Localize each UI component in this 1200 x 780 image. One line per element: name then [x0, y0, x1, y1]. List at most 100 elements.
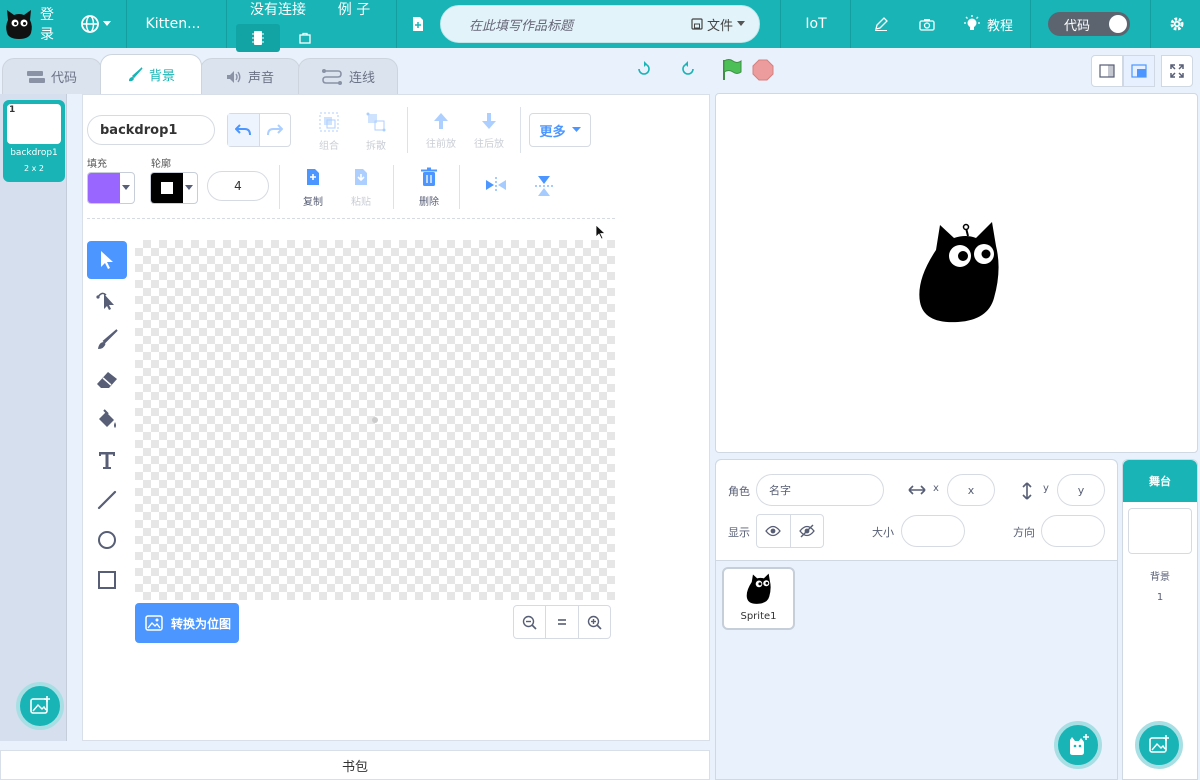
tab-wiring[interactable]: 连线	[298, 58, 398, 94]
sprite-name: Sprite1	[740, 611, 777, 622]
y-input[interactable]: y	[1057, 474, 1105, 506]
iot-button[interactable]: IoT	[796, 0, 836, 48]
login-button[interactable]: 登录	[40, 0, 66, 48]
sync-icon[interactable]	[680, 61, 696, 77]
image-add-icon	[30, 696, 50, 714]
kitten-logo-icon[interactable]	[2, 0, 36, 48]
settings-gear-icon[interactable]	[1166, 0, 1188, 48]
copy-button[interactable]: 复制	[293, 167, 333, 208]
undo-button[interactable]	[228, 114, 260, 146]
project-name[interactable]: Kitten...	[140, 0, 206, 48]
connection-status[interactable]: 没有连接	[246, 0, 310, 18]
outline-width-input[interactable]: 4	[207, 171, 269, 201]
costume-name-input[interactable]: backdrop1	[87, 115, 215, 145]
sprite-tile[interactable]: Sprite1	[722, 567, 795, 630]
brush-tool[interactable]	[87, 321, 127, 359]
eye-icon	[765, 525, 782, 537]
drawing-canvas[interactable]	[135, 240, 615, 600]
fill-color-picker[interactable]	[87, 172, 135, 204]
equals-icon	[557, 619, 566, 625]
kitten-sprite-icon[interactable]	[916, 220, 1004, 326]
ungroup-button[interactable]: 拆散	[356, 111, 396, 152]
zoom-in-button[interactable]	[579, 606, 610, 638]
camera-icon[interactable]	[916, 0, 938, 48]
direction-input[interactable]	[1041, 515, 1105, 547]
flip-vertical-icon[interactable]	[535, 175, 553, 197]
file-menu[interactable]: 文件	[691, 15, 745, 34]
rectangle-tool[interactable]	[87, 561, 127, 599]
tutorial-button[interactable]: 教程	[960, 0, 1016, 48]
reshape-tool[interactable]	[87, 281, 127, 319]
zoom-out-button[interactable]	[514, 606, 547, 638]
examples-button[interactable]: 例 子	[334, 0, 374, 18]
circle-icon	[98, 531, 116, 549]
device-button[interactable]	[236, 24, 280, 52]
add-backdrop-stage-button[interactable]	[1135, 721, 1183, 769]
show-button[interactable]	[757, 515, 791, 547]
tab-code[interactable]: 代码	[2, 58, 102, 94]
convert-to-bitmap-button[interactable]: 转换为位图	[135, 603, 239, 643]
small-stage-button[interactable]	[1091, 55, 1123, 87]
globe-icon	[80, 15, 99, 33]
group-button[interactable]: 组合	[309, 111, 349, 152]
text-tool[interactable]	[87, 441, 127, 479]
eye-slash-icon	[798, 524, 815, 538]
stop-icon[interactable]	[752, 59, 774, 81]
add-backdrop-button[interactable]	[16, 682, 64, 730]
small-stage-icon	[1099, 64, 1115, 78]
copy-label: 复制	[303, 197, 323, 208]
stage-canvas[interactable]	[715, 93, 1198, 453]
green-flag-icon[interactable]	[720, 58, 744, 82]
backpack-bar[interactable]: 书包	[0, 750, 710, 780]
project-title-input[interactable]: 在此填写作品标题 文件	[440, 5, 760, 43]
language-menu[interactable]	[78, 0, 112, 48]
tab-backdrops[interactable]: 背景	[100, 54, 202, 94]
store-button[interactable]	[284, 24, 326, 52]
line-tool[interactable]	[87, 481, 127, 519]
redo-button[interactable]	[260, 114, 291, 146]
chevron-down-icon	[737, 21, 745, 26]
reshape-icon	[96, 292, 114, 310]
circle-tool[interactable]	[87, 521, 127, 559]
fill-label: 填充	[87, 159, 107, 170]
fullscreen-button[interactable]	[1161, 55, 1193, 87]
stage-panel-title: 舞台	[1123, 460, 1197, 502]
brush-icon	[128, 66, 143, 81]
paste-label: 粘贴	[351, 197, 371, 208]
large-stage-button[interactable]	[1123, 55, 1155, 87]
delete-button[interactable]: 删除	[409, 167, 449, 208]
select-tool[interactable]	[87, 241, 127, 279]
more-menu-button[interactable]: 更多	[529, 113, 591, 147]
eraser-tool[interactable]	[87, 361, 127, 399]
hide-button[interactable]	[791, 515, 824, 547]
size-input[interactable]	[901, 515, 965, 547]
refresh-icon[interactable]	[636, 61, 652, 77]
code-toggle[interactable]: 代码	[1048, 12, 1130, 36]
backward-button[interactable]: 往后放	[467, 111, 511, 150]
costume-item[interactable]: 1 backdrop1 2 x 2	[3, 100, 65, 182]
tab-sounds[interactable]: 声音	[200, 58, 300, 94]
backpack-label: 书包	[341, 759, 368, 775]
chip-icon	[252, 31, 264, 45]
add-sprite-button[interactable]	[1054, 721, 1102, 769]
paste-button[interactable]: 粘贴	[341, 167, 381, 208]
zoom-reset-button[interactable]	[546, 606, 579, 638]
sprite-name-input[interactable]: 名字	[756, 474, 884, 506]
stage-panel[interactable]: 舞台 背景 1	[1122, 459, 1198, 780]
speaker-icon	[226, 70, 241, 83]
chevron-down-icon	[185, 185, 193, 190]
fill-tool[interactable]	[87, 401, 127, 439]
pencil-icon[interactable]	[870, 0, 892, 48]
x-input[interactable]: x	[947, 474, 995, 506]
outline-color-picker[interactable]	[150, 172, 198, 204]
size-label: 大小	[872, 526, 894, 539]
fullscreen-icon	[1170, 64, 1184, 78]
y-label: y	[1043, 483, 1049, 494]
forward-button[interactable]: 往前放	[419, 111, 463, 150]
wiring-icon	[321, 68, 342, 85]
backdrop-count: 1	[1156, 592, 1164, 603]
code-toggle-label: 代码	[1064, 18, 1091, 34]
new-file-icon[interactable]	[408, 0, 428, 48]
toolbar-divider	[87, 218, 615, 219]
flip-horizontal-icon[interactable]	[485, 177, 507, 193]
